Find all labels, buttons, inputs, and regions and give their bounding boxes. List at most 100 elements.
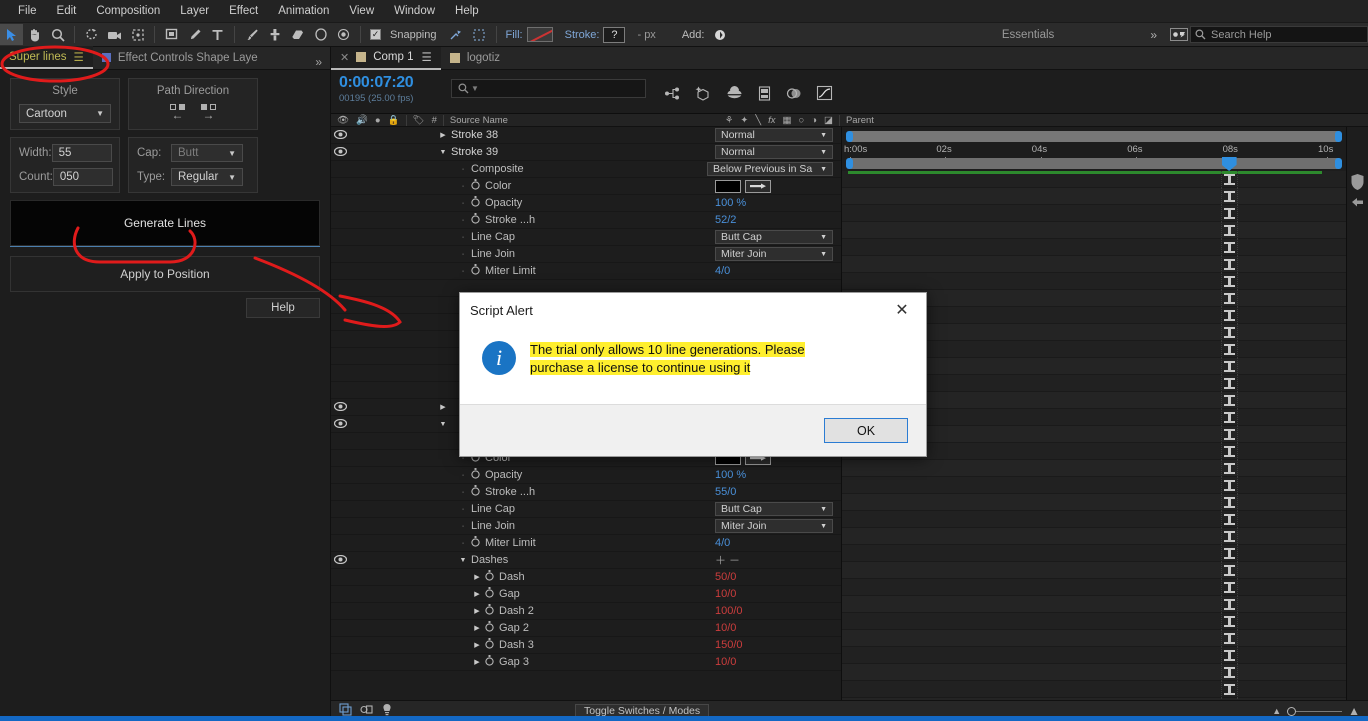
- keyframe-marker[interactable]: [1223, 480, 1235, 491]
- row-value-cell[interactable]: 10/0: [715, 588, 833, 600]
- solo-switch-icon[interactable]: ●: [375, 115, 381, 126]
- stopwatch-icon[interactable]: [485, 587, 494, 601]
- row-value[interactable]: 55/0: [715, 486, 833, 498]
- table-row[interactable]: · Composite Below Previous in Sa ▼: [331, 161, 841, 178]
- twirl-right-icon[interactable]: ▶: [469, 573, 485, 581]
- stopwatch-icon[interactable]: [485, 604, 494, 618]
- row-value-cell[interactable]: [715, 179, 833, 193]
- video-switch-icon[interactable]: 👁: [337, 115, 349, 126]
- frame-blend-icon[interactable]: ▦: [782, 115, 791, 126]
- row-value[interactable]: 100 %: [715, 469, 833, 481]
- menu-item-file[interactable]: File: [8, 0, 47, 22]
- zoom-out-icon[interactable]: ▲: [1272, 706, 1281, 716]
- row-dropdown[interactable]: Miter Join ▼: [715, 519, 833, 533]
- snapping-checkbox[interactable]: ✓: [370, 29, 381, 40]
- style-select[interactable]: Cartoon ▼: [19, 104, 111, 123]
- row-dropdown[interactable]: Butt Cap ▼: [715, 502, 833, 516]
- zoom-tool-icon[interactable]: [46, 24, 69, 45]
- navigator-end-handle[interactable]: [1335, 131, 1342, 142]
- keyframe-marker[interactable]: [1223, 378, 1235, 389]
- stopwatch-icon[interactable]: [471, 213, 480, 227]
- generate-lines-button[interactable]: Generate Lines: [10, 200, 320, 246]
- stopwatch-icon[interactable]: [471, 468, 480, 482]
- table-row[interactable]: · Opacity 100 %: [331, 195, 841, 212]
- stopwatch-icon[interactable]: [471, 264, 480, 278]
- keyframe-marker[interactable]: [1223, 361, 1235, 372]
- work-area-end-handle[interactable]: [1335, 158, 1342, 169]
- add-menu-icon[interactable]: [708, 24, 731, 45]
- keyframe-marker[interactable]: [1223, 514, 1235, 525]
- table-row[interactable]: · Line Cap Butt Cap ▼: [331, 501, 841, 518]
- table-row[interactable]: ▶ Gap 3 10/0: [331, 654, 841, 671]
- workspace-settings-icon[interactable]: [1167, 24, 1190, 45]
- keyframe-marker[interactable]: [1223, 225, 1235, 236]
- keyframe-marker[interactable]: [1223, 412, 1235, 423]
- keyframe-marker[interactable]: [1223, 208, 1235, 219]
- row-value-cell[interactable]: Normal ▼: [715, 145, 833, 159]
- shape-tool-icon[interactable]: [160, 24, 183, 45]
- pan-behind-tool-icon[interactable]: [126, 24, 149, 45]
- source-name-column-header[interactable]: Source Name: [444, 114, 719, 127]
- three-d-layer-icon[interactable]: ◪: [824, 115, 833, 126]
- parent-column-header[interactable]: Parent: [840, 114, 880, 127]
- row-value[interactable]: 10/0: [715, 656, 833, 668]
- row-value-cell[interactable]: 4/0: [715, 537, 833, 549]
- table-row[interactable]: · Miter Limit 4/0: [331, 535, 841, 552]
- path-direction-left-button[interactable]: ←: [170, 104, 185, 121]
- apply-to-position-button[interactable]: Apply to Position: [10, 256, 320, 292]
- stopwatch-icon[interactable]: [485, 570, 494, 584]
- table-row[interactable]: · Miter Limit 4/0: [331, 263, 841, 280]
- navigator-start-handle[interactable]: [846, 131, 853, 142]
- workspace-name[interactable]: Essentials: [1002, 29, 1054, 41]
- search-help-input[interactable]: Search Help: [1190, 26, 1368, 43]
- eye-icon[interactable]: [331, 401, 349, 413]
- cursor-pointer-icon[interactable]: [1347, 195, 1368, 210]
- shy-icon[interactable]: ⚘: [725, 115, 734, 126]
- keyframe-marker[interactable]: [1223, 548, 1235, 559]
- stopwatch-icon[interactable]: [471, 536, 480, 550]
- motion-blur-icon[interactable]: [786, 86, 802, 104]
- row-value[interactable]: 52/2: [715, 214, 833, 226]
- graph-editor-icon[interactable]: [816, 85, 833, 104]
- snapping-toggle[interactable]: ✓ Snapping: [366, 29, 445, 41]
- menu-item-edit[interactable]: Edit: [47, 0, 87, 22]
- adjustment-layer-icon[interactable]: ◑: [811, 115, 817, 126]
- table-row[interactable]: · Color: [331, 178, 841, 195]
- eye-icon[interactable]: [331, 129, 349, 141]
- row-value-cell[interactable]: 10/0: [715, 656, 833, 668]
- timeline-menu-icon[interactable]: ☰: [422, 50, 432, 64]
- close-icon[interactable]: ✕: [340, 51, 349, 64]
- stroke-width-label[interactable]: - px: [633, 29, 659, 41]
- eraser-tool-icon[interactable]: [286, 24, 309, 45]
- help-button[interactable]: Help: [246, 298, 320, 318]
- menu-item-help[interactable]: Help: [445, 0, 489, 22]
- stopwatch-icon[interactable]: [471, 179, 480, 193]
- row-value-cell[interactable]: 100/0: [715, 605, 833, 617]
- menu-item-animation[interactable]: Animation: [268, 0, 339, 22]
- motion-blur-switch-icon[interactable]: ○: [798, 115, 804, 126]
- minus-icon[interactable]: －: [729, 552, 740, 568]
- timeline-search-input[interactable]: ▼: [451, 79, 646, 98]
- twirl-down-icon[interactable]: ▼: [435, 149, 451, 156]
- row-value[interactable]: 100 %: [715, 197, 833, 209]
- row-value-cell[interactable]: Miter Join ▼: [715, 247, 833, 261]
- current-timecode[interactable]: 0:00:07:20: [339, 74, 451, 92]
- table-row[interactable]: ▶ Gap 10/0: [331, 586, 841, 603]
- collapse-transform-icon[interactable]: ✦: [740, 115, 748, 126]
- ok-button[interactable]: OK: [824, 418, 908, 443]
- type-select[interactable]: Regular ▼: [171, 168, 243, 186]
- table-row[interactable]: · Stroke ...h 52/2: [331, 212, 841, 229]
- twirl-right-icon[interactable]: ▶: [469, 658, 485, 666]
- roto-brush-tool-icon[interactable]: [309, 24, 332, 45]
- color-swatch[interactable]: [715, 179, 741, 193]
- row-value-cell[interactable]: Butt Cap ▼: [715, 502, 833, 516]
- row-dropdown[interactable]: Below Previous in Sa ▼: [707, 162, 833, 176]
- cap-select[interactable]: Butt ▼: [171, 144, 243, 162]
- row-value[interactable]: 50/0: [715, 571, 833, 583]
- eye-icon[interactable]: [331, 418, 349, 430]
- keyframe-marker[interactable]: [1223, 667, 1235, 678]
- tab-comp-1[interactable]: ✕ Comp 1 ☰: [331, 46, 441, 70]
- menu-item-layer[interactable]: Layer: [170, 0, 219, 22]
- row-value-cell[interactable]: 150/0: [715, 639, 833, 651]
- row-value-cell[interactable]: ＋－: [709, 552, 833, 568]
